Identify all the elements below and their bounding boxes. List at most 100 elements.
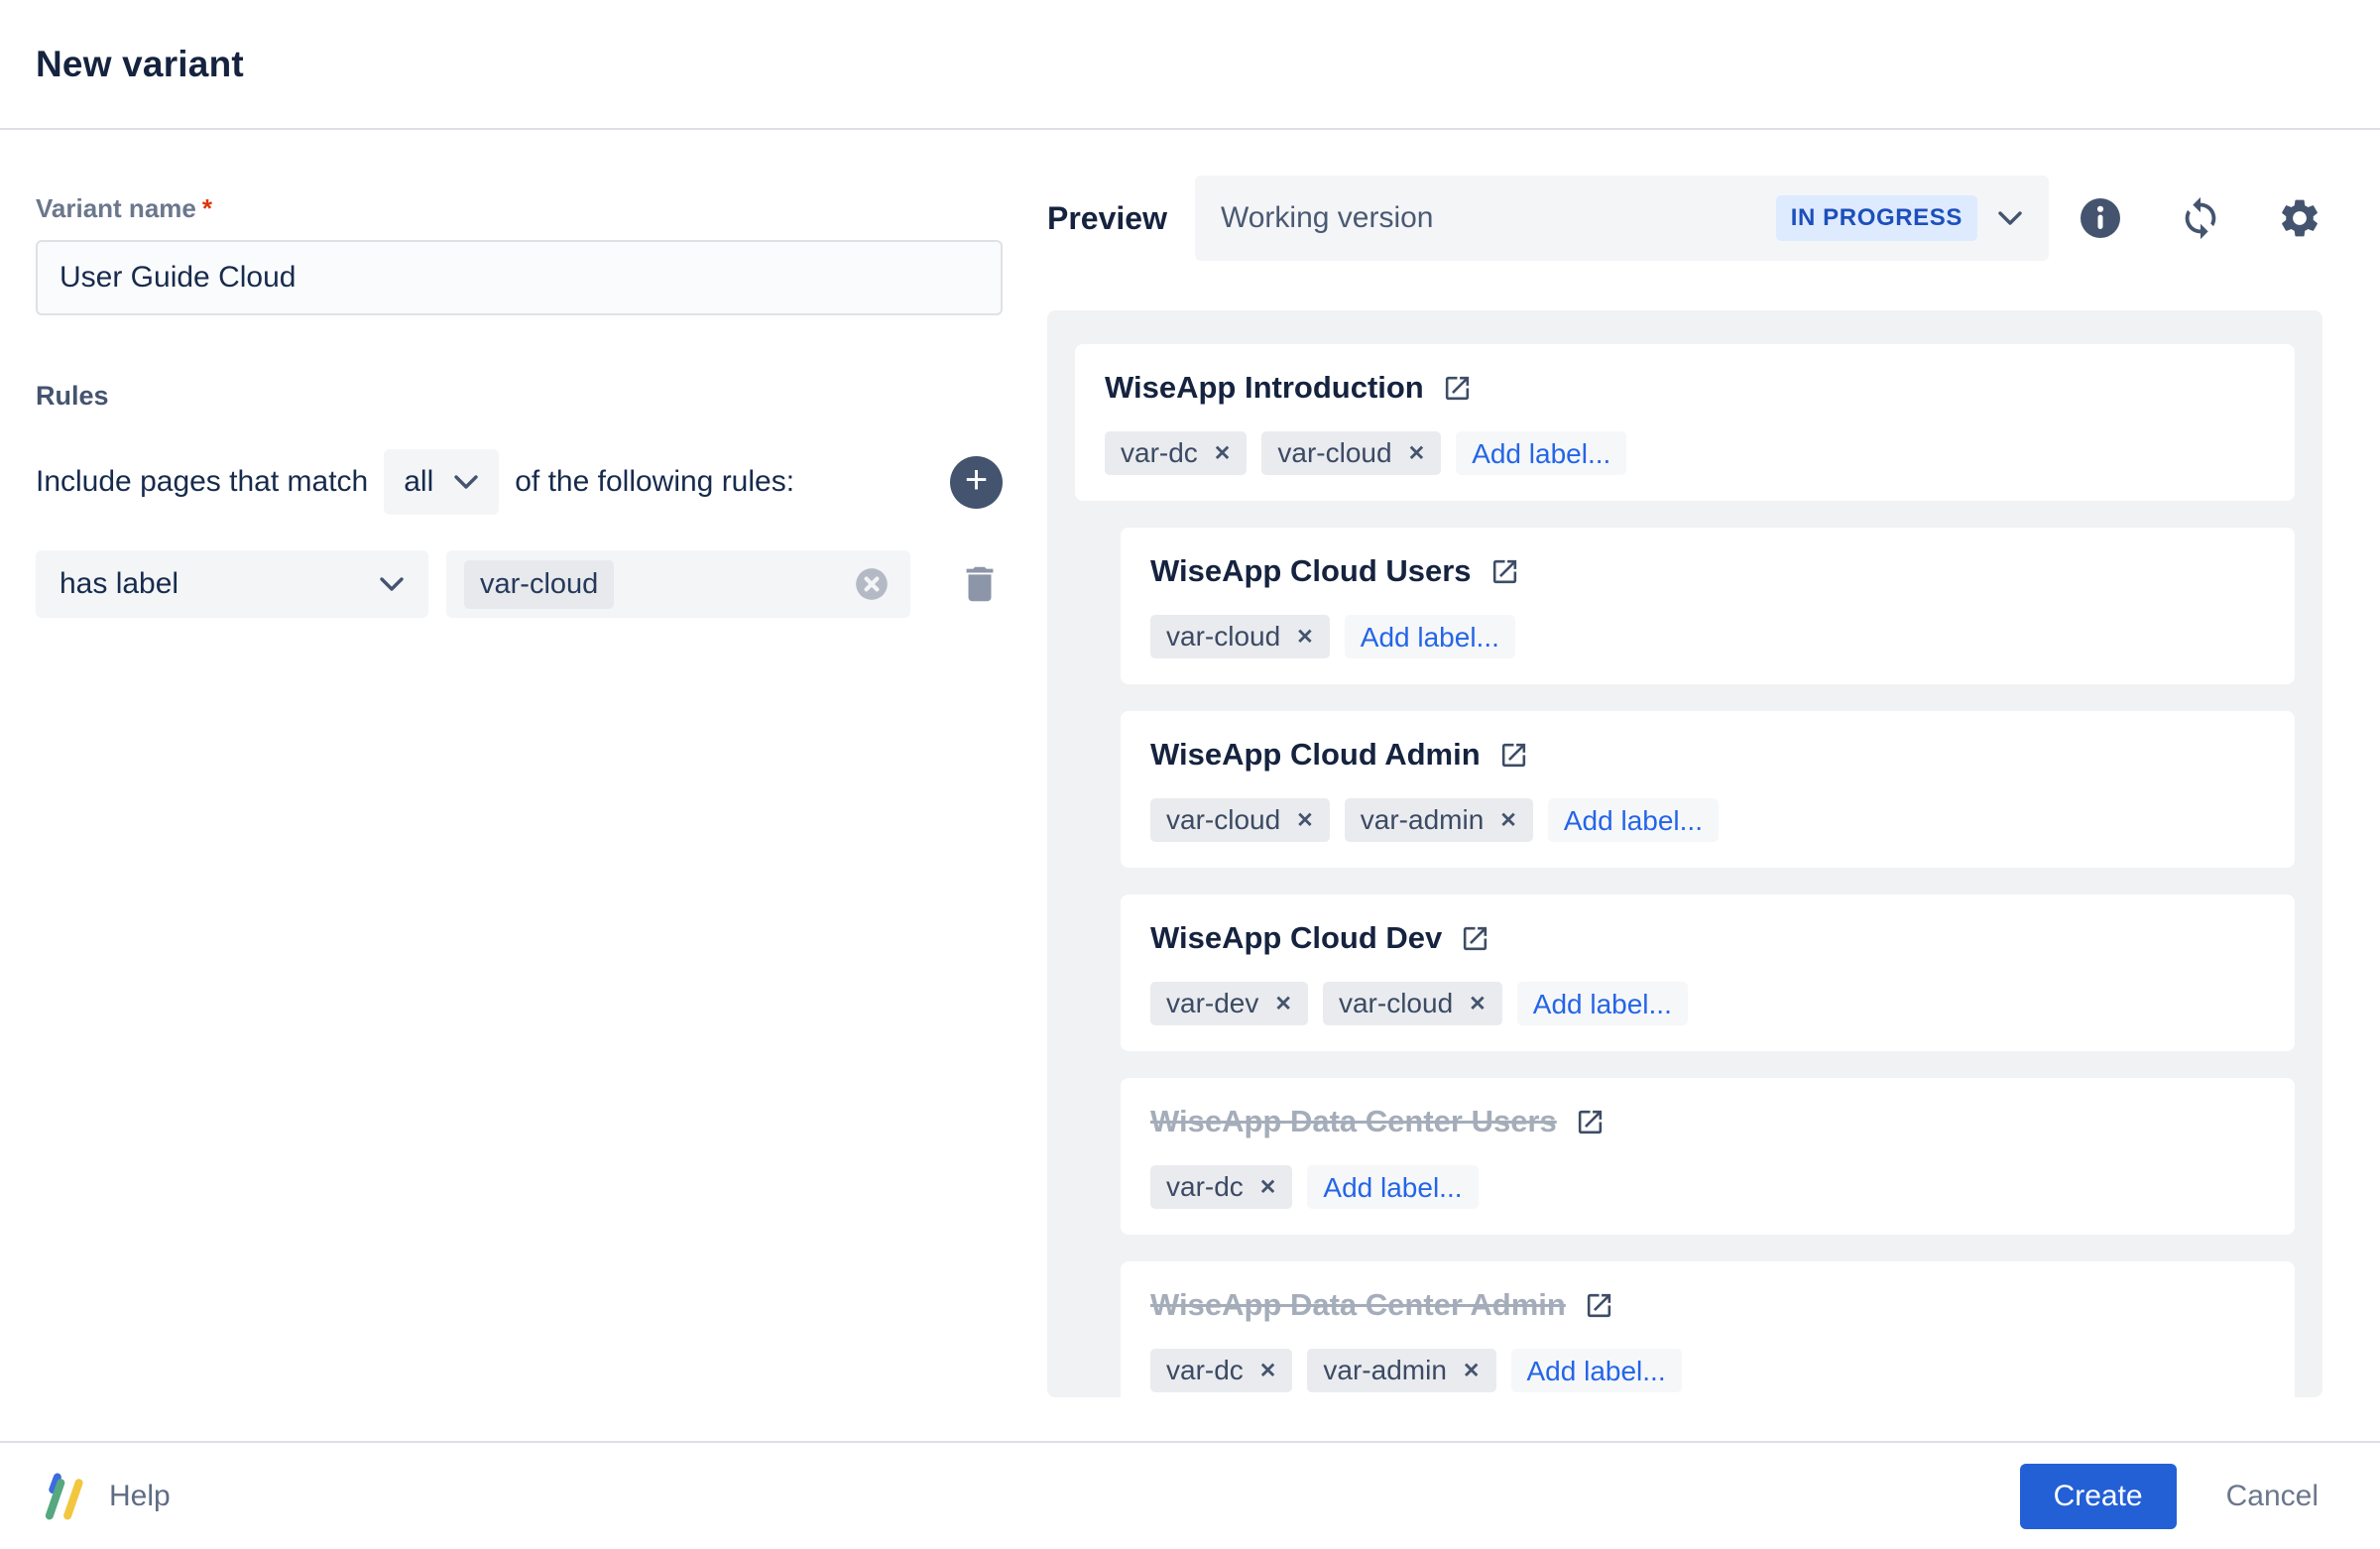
label-text: var-dc (1166, 1171, 1244, 1202)
refresh-glyph (2185, 196, 2216, 240)
label-text: var-cloud (1166, 804, 1281, 835)
external-link-icon[interactable] (1575, 1107, 1606, 1137)
version-name: Working version (1220, 201, 1434, 234)
dialog-header: New variant (0, 0, 2380, 130)
page-title: WiseApp Data Center Users (1150, 1104, 1557, 1138)
add-label-button[interactable]: Add label... (1344, 615, 1515, 658)
add-rule-button[interactable]: + (950, 455, 1003, 509)
plus-icon: + (964, 457, 989, 502)
version-select[interactable]: Working version IN PROGRESS (1194, 176, 2049, 261)
variant-name-input[interactable]: User Guide Cloud (36, 240, 1003, 315)
page-label-pill: var-admin ✕ (1307, 1349, 1496, 1392)
rule-value-field[interactable]: var-cloud (446, 550, 910, 618)
info-glyph (2081, 198, 2120, 238)
variant-name-label-text: Variant name (36, 193, 196, 223)
page-labels: var-dev ✕ var-cloud ✕ Add label... (1150, 982, 2265, 1025)
page-title-row: WiseApp Data Center Users (1150, 1104, 2265, 1139)
variant-name-label: Variant name * (36, 193, 1003, 224)
add-label-button[interactable]: Add label... (1510, 1349, 1682, 1392)
remove-label-icon[interactable]: ✕ (1499, 810, 1517, 831)
clear-circle-icon (856, 568, 888, 600)
rule-row: has label var-cloud (36, 550, 1003, 618)
external-link-icon[interactable] (1489, 556, 1520, 587)
remove-label-icon[interactable]: ✕ (1259, 1361, 1277, 1381)
page-card: WiseApp Introduction var-dc ✕ var-cloud ✕ Add… (1075, 344, 2295, 501)
remove-label-icon[interactable]: ✕ (1214, 443, 1232, 464)
page-label-pill: var-dev ✕ (1150, 982, 1308, 1025)
page-label-pill: var-admin ✕ (1344, 798, 1533, 842)
page-card: WiseApp Cloud Users var-cloud ✕ Add label..… (1121, 528, 2295, 684)
help-label: Help (109, 1479, 171, 1512)
preview-label: Preview (1047, 199, 1167, 236)
chevron-down-icon (454, 474, 478, 489)
preview-page-list: WiseApp Introduction var-dc ✕ var-cloud ✕ Add… (1075, 344, 2295, 1397)
remove-label-icon[interactable]: ✕ (1296, 627, 1314, 648)
page-labels: var-dc ✕ Add label... (1150, 1165, 2265, 1209)
rules-match-row: Include pages that match all of the foll… (36, 449, 1003, 515)
page-label-pill: var-dc ✕ (1150, 1165, 1293, 1209)
label-text: var-dc (1166, 1355, 1244, 1385)
status-badge: IN PROGRESS (1775, 195, 1977, 241)
external-link-icon[interactable] (1584, 1290, 1614, 1321)
required-asterisk: * (201, 193, 212, 223)
remove-label-icon[interactable]: ✕ (1469, 994, 1487, 1014)
rules-heading: Rules (36, 381, 109, 411)
gear-icon[interactable] (2277, 195, 2322, 241)
new-variant-dialog: New variant Variant name * User Guide Clo… (0, 0, 2380, 1549)
page-labels: var-cloud ✕ var-admin ✕ Add label... (1150, 798, 2265, 842)
add-label-button[interactable]: Add label... (1516, 982, 1688, 1025)
label-text: var-admin (1360, 804, 1485, 835)
page-labels: var-dc ✕ var-admin ✕ Add label... (1150, 1349, 2265, 1392)
dialog-footer: Help Create Cancel (0, 1441, 2380, 1549)
add-label-button[interactable]: Add label... (1547, 798, 1719, 842)
match-suffix-text: of the following rules: (515, 465, 795, 498)
remove-label-icon[interactable]: ✕ (1296, 810, 1314, 831)
dialog-body: Variant name * User Guide Cloud Rules Inc… (0, 130, 2380, 1441)
remove-label-icon[interactable]: ✕ (1463, 1361, 1481, 1381)
label-text: var-admin (1323, 1355, 1447, 1385)
refresh-icon[interactable] (2178, 195, 2223, 241)
rule-condition-select[interactable]: has label (36, 550, 428, 618)
variant-name-value: User Guide Cloud (60, 261, 297, 294)
create-button[interactable]: Create (2019, 1463, 2177, 1529)
add-label-button[interactable]: Add label... (1307, 1165, 1479, 1209)
page-title-row: WiseApp Cloud Dev (1150, 920, 2265, 956)
chevron-down-icon (380, 576, 404, 591)
preview-header: Preview Working version IN PROGRESS (1047, 176, 2322, 261)
preview-section: Preview Working version IN PROGRESS Wise… (1047, 130, 2322, 1441)
help-link[interactable]: Help (44, 1473, 171, 1520)
page-title: New variant (36, 43, 244, 84)
page-title: WiseApp Cloud Dev (1150, 920, 1443, 955)
match-mode-value: all (404, 465, 434, 498)
info-icon[interactable] (2077, 194, 2124, 242)
page-card: WiseApp Cloud Dev var-dev ✕ var-cloud ✕ Add l… (1121, 894, 2295, 1051)
remove-label-icon[interactable]: ✕ (1259, 1177, 1277, 1198)
trash-glyph (966, 566, 994, 602)
clear-icon[interactable] (851, 563, 892, 605)
page-label-pill: var-dc ✕ (1150, 1349, 1293, 1392)
page-card: WiseApp Data Center Users var-dc ✕ Add labe… (1121, 1078, 2295, 1235)
page-label-pill: var-cloud ✕ (1150, 615, 1330, 658)
add-label-button[interactable]: Add label... (1456, 431, 1627, 475)
match-prefix-text: Include pages that match (36, 465, 369, 498)
chevron-down-icon (1998, 210, 2022, 225)
trash-icon[interactable] (957, 559, 1003, 609)
remove-label-icon[interactable]: ✕ (1274, 994, 1292, 1014)
label-text: var-cloud (1277, 437, 1392, 468)
remove-label-icon[interactable]: ✕ (1408, 443, 1426, 464)
match-mode-select[interactable]: all (384, 449, 500, 515)
page-title-row: WiseApp Cloud Admin (1150, 737, 2265, 773)
page-label-pill: var-cloud ✕ (1261, 431, 1442, 475)
external-link-icon[interactable] (1498, 740, 1529, 771)
external-link-icon[interactable] (1460, 923, 1490, 954)
k15t-logo (45, 1473, 83, 1519)
page-label-pill: var-cloud ✕ (1322, 982, 1502, 1025)
variant-form: Variant name * User Guide Cloud Rules Inc… (36, 130, 1003, 1441)
page-title-row: WiseApp Data Center Admin (1150, 1287, 2265, 1323)
label-text: var-dev (1166, 988, 1259, 1018)
cancel-button[interactable]: Cancel (2226, 1480, 2319, 1513)
page-label-pill: var-dc ✕ (1105, 431, 1248, 475)
page-labels: var-cloud ✕ Add label... (1150, 615, 2265, 658)
external-link-icon[interactable] (1442, 373, 1473, 404)
preview-panel: WiseApp Introduction var-dc ✕ var-cloud ✕ Add… (1047, 310, 2322, 1397)
